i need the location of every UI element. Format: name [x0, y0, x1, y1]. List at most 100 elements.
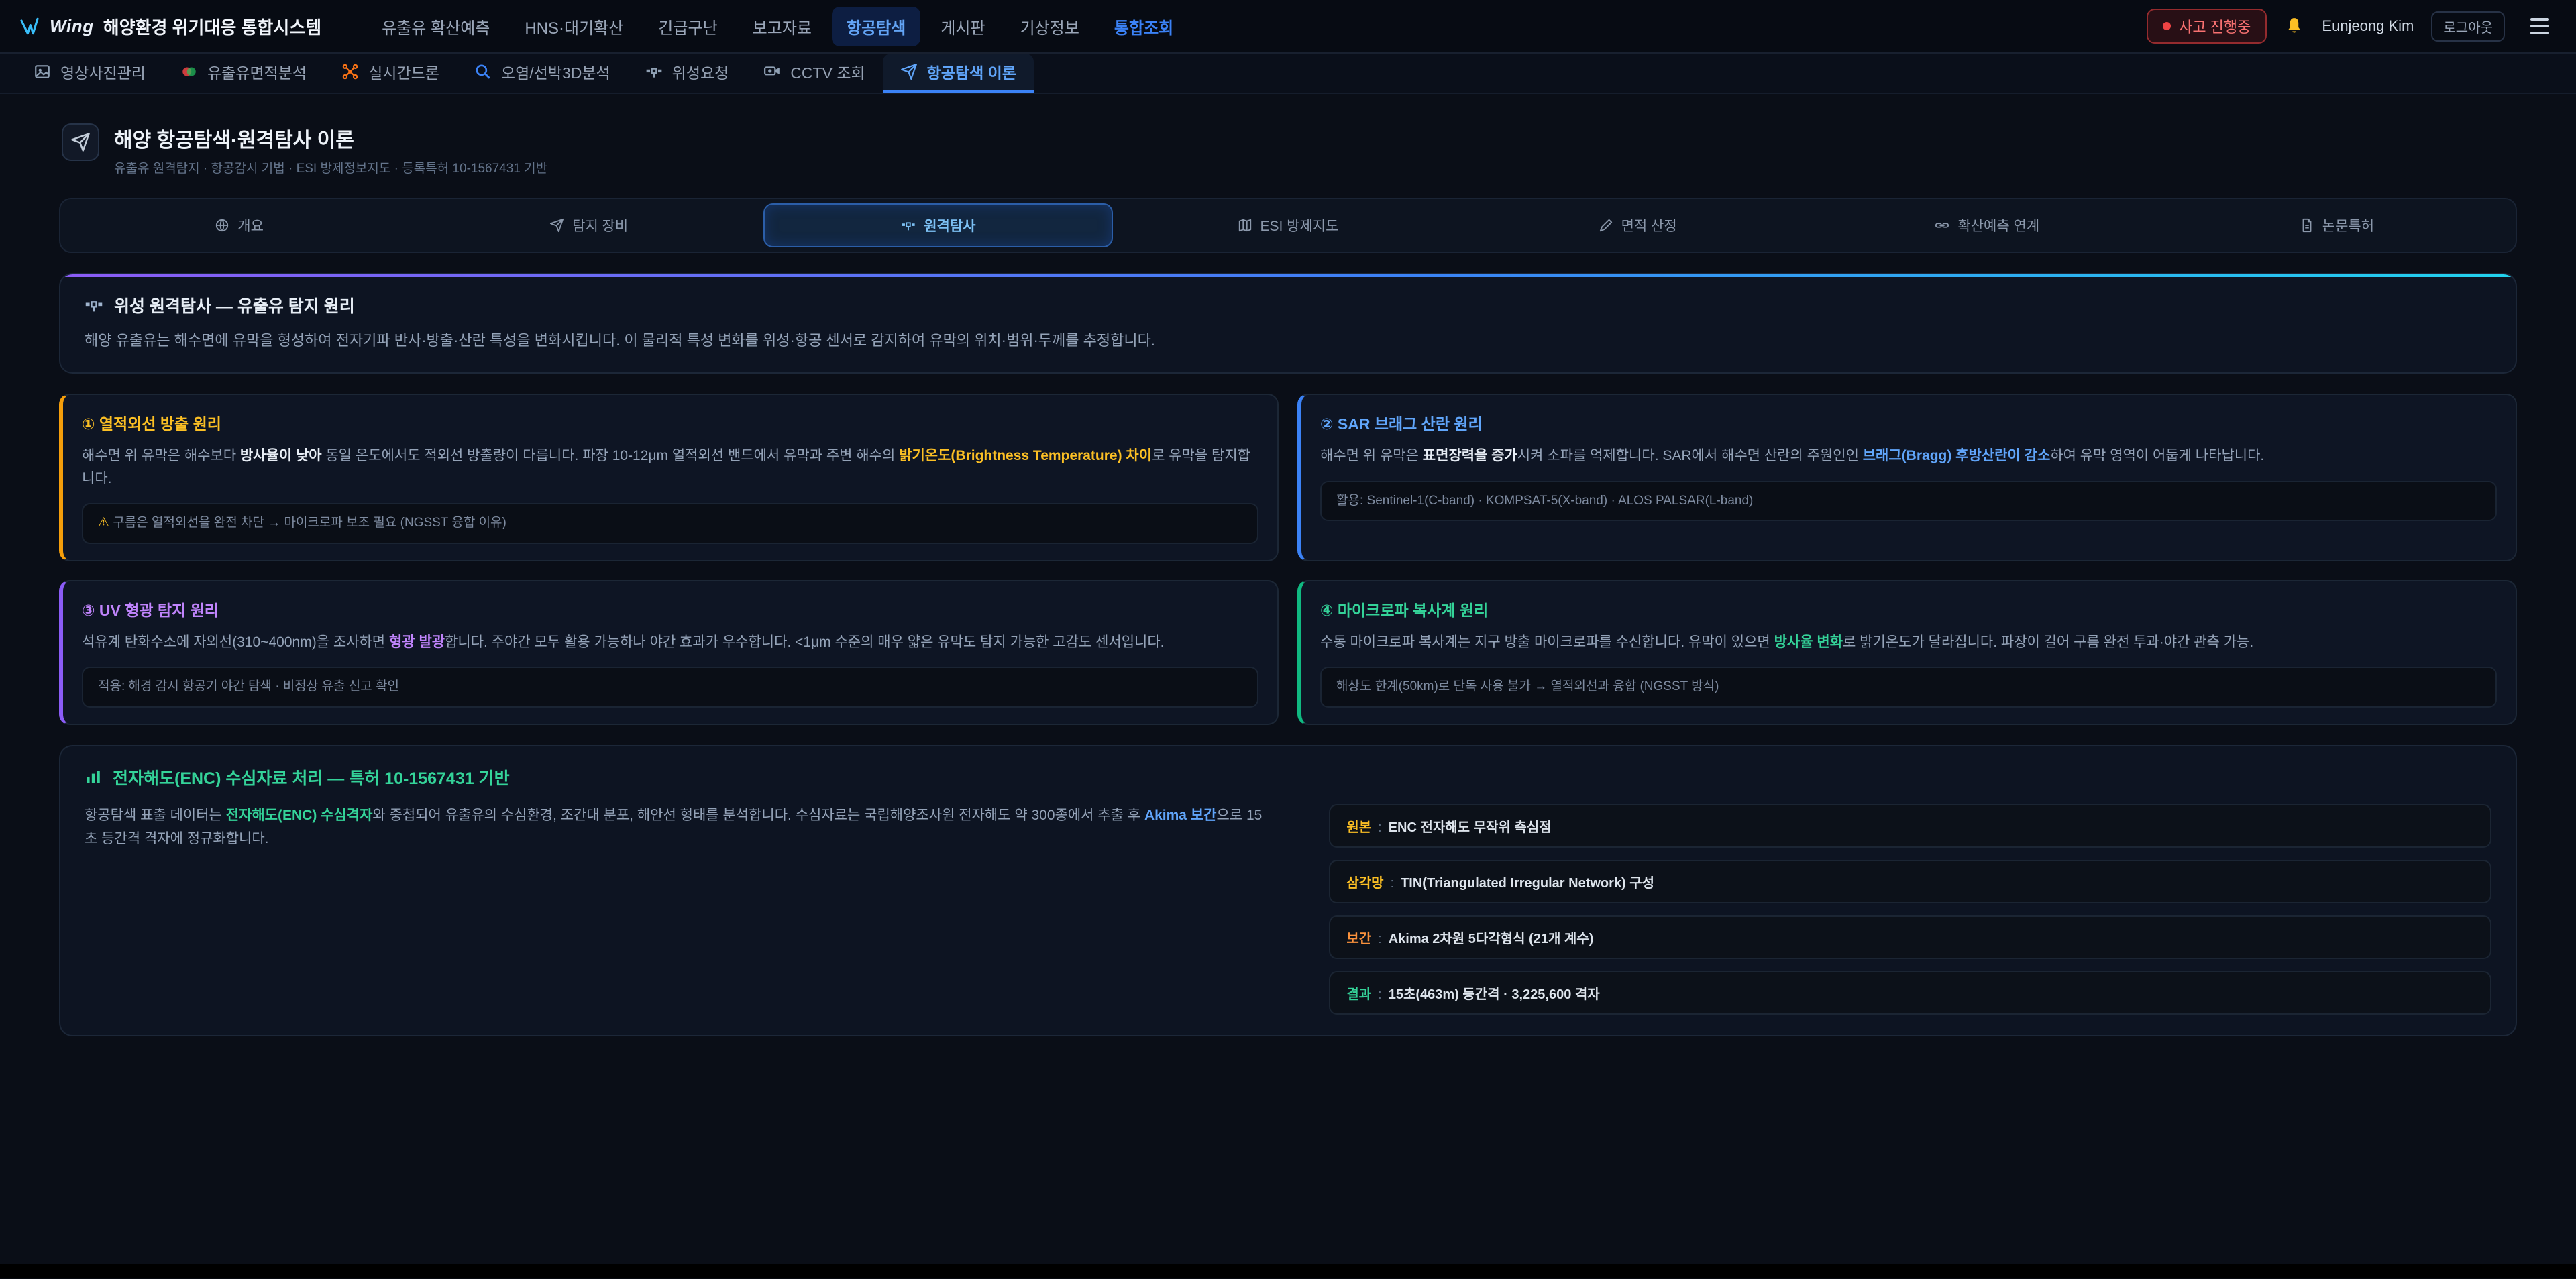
- subnav-item-ship-3d-analysis[interactable]: 오염/선박3D분석: [457, 54, 628, 93]
- row-label: 보간: [1346, 928, 1371, 947]
- row-value: ENC 전자해도 무작위 측심점: [1389, 816, 1552, 836]
- incident-badge-label: 사고 진행중: [2179, 15, 2251, 37]
- page-icon-box: [62, 123, 99, 161]
- card-body: 해수면 위 유막은 해수보다 방사율이 낮아 동일 온도에서도 적외선 방출량이…: [82, 445, 1258, 490]
- card-uv-fluorescence: ③ UV 형광 탐지 원리 석유계 탄화수소에 자외선(310~400nm)을 …: [59, 580, 1279, 725]
- page-title: 해양 항공탐색·원격탐사 이론: [114, 123, 547, 153]
- user-name: Eunjeong Kim: [2322, 17, 2414, 35]
- row-value: Akima 2차원 5다각형식 (21개 계수): [1389, 928, 1594, 947]
- enc-row-source: 원본 : ENC 전자해도 무작위 측심점: [1329, 804, 2491, 848]
- page-header: 해양 항공탐색·원격탐사 이론 유출유 원격탐지 · 항공감시 기법 · ESI…: [62, 123, 2514, 176]
- satellite-icon: [645, 63, 663, 80]
- row-separator: :: [1378, 820, 1382, 836]
- page-header-text: 해양 항공탐색·원격탐사 이론 유출유 원격탐지 · 항공감시 기법 · ESI…: [114, 123, 547, 176]
- nav-item-hns-air-diffusion[interactable]: HNS·대기확산: [510, 7, 638, 46]
- topbar-right: 사고 진행중 Eunjeong Kim 로그아웃: [2147, 9, 2557, 44]
- tab-label: 탐지 장비: [572, 215, 628, 235]
- subnav-item-aerial-search-theory[interactable]: 항공탐색 이론: [883, 54, 1034, 93]
- principle-cards-grid: ① 열적외선 방출 원리 해수면 위 유막은 해수보다 방사율이 낮아 동일 온…: [59, 394, 2517, 725]
- theory-plane-icon: [900, 63, 918, 80]
- row-value: TIN(Triangulated Irregular Network) 구성: [1401, 872, 1654, 891]
- bar-chart-icon: [85, 769, 102, 786]
- row-separator: :: [1378, 987, 1382, 1003]
- row-label: 삼각망: [1346, 872, 1383, 891]
- tab-diffusion-link[interactable]: 확산예측 연계: [1813, 203, 2162, 247]
- plane-icon: [549, 218, 564, 233]
- nav-item-oil-spread-prediction[interactable]: 유출유 확산예측: [367, 7, 504, 46]
- page-subtitle: 유출유 원격탐지 · 항공감시 기법 · ESI 방제정보지도 · 등록특허 1…: [114, 158, 547, 176]
- tab-esi-map[interactable]: ESI 방제지도: [1113, 203, 1462, 247]
- section-intro: 해양 유출유는 해수면에 유막을 형성하여 전자기파 반사·방출·산란 특성을 …: [85, 329, 2491, 352]
- link-icon: [1935, 218, 1949, 233]
- enc-title-text: 전자해도(ENC) 수심자료 처리 — 특허 10-1567431 기반: [113, 765, 510, 789]
- topbar: Wing 해양환경 위기대응 통합시스템 유출유 확산예측 HNS·대기확산 긴…: [0, 0, 2576, 54]
- card-title: ③ UV 형광 탐지 원리: [82, 598, 1258, 620]
- nav-item-emergency-rescue[interactable]: 긴급구난: [643, 7, 732, 46]
- subnav-item-image-management[interactable]: 영상사진관리: [16, 54, 163, 93]
- row-separator: :: [1378, 932, 1382, 947]
- tab-label: 원격탐사: [924, 215, 975, 235]
- page: Wing 해양환경 위기대응 통합시스템 유출유 확산예측 HNS·대기확산 긴…: [0, 0, 2576, 1278]
- main-nav: 유출유 확산예측 HNS·대기확산 긴급구난 보고자료 항공탐색 게시판 기상정…: [367, 7, 1188, 46]
- remote-sensing-principles-section: 위성 원격탐사 — 유출유 탐지 원리 해양 유출유는 해수면에 유막을 형성하…: [59, 273, 2517, 374]
- enc-row-interpolation: 보간 : Akima 2차원 5다각형식 (21개 계수): [1329, 915, 2491, 959]
- theory-tabs: 개요 탐지 장비 원격탐사 ESI 방제지도 면적 산정 확산예측 연계: [59, 198, 2517, 253]
- section-title: 위성 원격탐사 — 유출유 탐지 원리: [85, 293, 2491, 317]
- area-analysis-icon: [180, 63, 198, 80]
- enc-row-tin: 삼각망 : TIN(Triangulated Irregular Network…: [1329, 860, 2491, 903]
- enc-rows: 원본 : ENC 전자해도 무작위 측심점 삼각망 : TIN(Triangul…: [1329, 804, 2491, 1015]
- logout-button[interactable]: 로그아웃: [2431, 11, 2505, 42]
- row-value: 15초(463m) 등간격 · 3,225,600 격자: [1389, 983, 1600, 1003]
- cctv-icon: [763, 63, 781, 80]
- bottom-strip: [0, 1264, 2576, 1278]
- row-separator: :: [1391, 876, 1395, 891]
- main-content: 해양 항공탐색·원격탐사 이론 유출유 원격탐지 · 항공감시 기법 · ESI…: [0, 94, 2576, 1056]
- enc-depth-section: 전자해도(ENC) 수심자료 처리 — 특허 10-1567431 기반 항공탐…: [59, 745, 2517, 1036]
- card-title: ④ 마이크로파 복사계 원리: [1320, 598, 2497, 620]
- subnav-item-cctv-view[interactable]: CCTV 조회: [746, 54, 882, 93]
- card-microwave-radiometer: ④ 마이크로파 복사계 원리 수동 마이크로파 복사계는 지구 방출 마이크로파…: [1297, 580, 2517, 725]
- section-title-text: 위성 원격탐사 — 유출유 탐지 원리: [114, 293, 355, 317]
- subnav-label: 영상사진관리: [60, 60, 146, 83]
- incident-status-badge[interactable]: 사고 진행중: [2147, 9, 2267, 44]
- nav-item-board[interactable]: 게시판: [926, 7, 1000, 46]
- card-title: ② SAR 브래그 산란 원리: [1320, 411, 2497, 434]
- row-label: 결과: [1346, 983, 1371, 1003]
- enc-grid: 항공탐색 표출 데이터는 전자해도(ENC) 수심격자와 중첩되어 유출유의 수…: [85, 804, 2491, 1015]
- bell-icon[interactable]: [2284, 16, 2304, 36]
- subnav-item-realtime-drone[interactable]: 실시간드론: [324, 54, 457, 93]
- card-body: 수동 마이크로파 복사계는 지구 방출 마이크로파를 수신합니다. 유막이 있으…: [1320, 631, 2497, 654]
- tab-overview[interactable]: 개요: [64, 203, 414, 247]
- card-body: 석유계 탄화수소에 자외선(310~400nm)을 조사하면 형광 발광합니다.…: [82, 631, 1258, 654]
- card-note: 적용: 해경 감시 항공기 야간 탐색 · 비정상 유출 신고 확인: [82, 667, 1258, 708]
- tab-label: 논문특허: [2322, 215, 2374, 235]
- drone-icon: [341, 63, 359, 80]
- subnav-item-oil-area-analysis[interactable]: 유출유면적분석: [163, 54, 324, 93]
- nav-item-integrated-search[interactable]: 통합조회: [1099, 7, 1188, 46]
- brand: Wing 해양환경 위기대응 통합시스템: [19, 14, 321, 39]
- enc-row-result: 결과 : 15초(463m) 등간격 · 3,225,600 격자: [1329, 971, 2491, 1015]
- subnav-label: 위성요청: [672, 60, 729, 83]
- enc-section-title: 전자해도(ENC) 수심자료 처리 — 특허 10-1567431 기반: [85, 765, 2491, 789]
- subnav-label: 항공탐색 이론: [927, 60, 1016, 83]
- magnifier-icon: [474, 63, 492, 80]
- tab-detection-equipment[interactable]: 탐지 장비: [414, 203, 763, 247]
- tab-label: 확산예측 연계: [1957, 215, 2039, 235]
- nav-item-aerial-search[interactable]: 항공탐색: [832, 7, 920, 46]
- subnav-label: CCTV 조회: [790, 60, 865, 83]
- nav-item-weather-info[interactable]: 기상정보: [1006, 7, 1094, 46]
- tab-remote-sensing[interactable]: 원격탐사: [763, 203, 1113, 247]
- satellite-icon: [901, 218, 916, 233]
- subnav-item-satellite-request[interactable]: 위성요청: [628, 54, 747, 93]
- logo-icon: [19, 15, 40, 37]
- tab-area-calculation[interactable]: 면적 산정: [1463, 203, 1813, 247]
- subnav-label: 유출유면적분석: [207, 60, 307, 83]
- card-note: 활용: Sentinel-1(C-band) · KOMPSAT-5(X-ban…: [1320, 481, 2497, 522]
- incident-dot-icon: [2163, 22, 2171, 30]
- image-icon: [34, 63, 51, 80]
- tab-label: 면적 산정: [1621, 215, 1677, 235]
- tab-papers-patents[interactable]: 논문특허: [2162, 203, 2512, 247]
- nav-item-reports[interactable]: 보고자료: [738, 7, 826, 46]
- hamburger-menu-icon[interactable]: [2522, 11, 2557, 41]
- tab-label: ESI 방제지도: [1260, 215, 1339, 235]
